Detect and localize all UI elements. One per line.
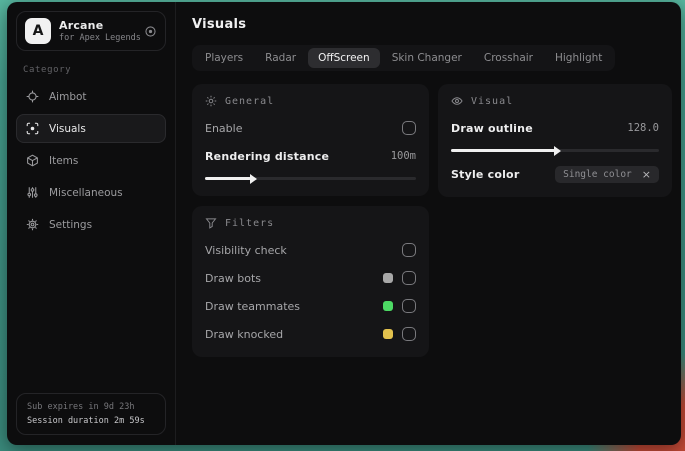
crosshair-icon	[26, 90, 39, 103]
style-color-label: Style color	[451, 167, 520, 181]
rendering-distance-value: 100m	[390, 150, 416, 162]
filters-panel-header: Filters	[205, 217, 416, 229]
target-badge-icon[interactable]	[144, 25, 157, 38]
rendering-distance-row: Rendering distance 100m	[205, 146, 416, 166]
sidebar-item-visuals[interactable]: Visuals	[16, 114, 166, 143]
draw-teammates-checkbox[interactable]	[402, 299, 416, 313]
draw-outline-value: 128.0	[627, 122, 659, 134]
sun-icon	[205, 95, 217, 107]
session-duration-text: Session duration 2m 59s	[27, 416, 145, 426]
style-color-selected-value: Single color	[563, 168, 632, 180]
app-logo: A	[25, 18, 51, 44]
visual-panel-title: Visual	[471, 95, 514, 107]
draw-teammates-color-swatch[interactable]	[383, 301, 393, 311]
draw-bots-label: Draw bots	[205, 271, 261, 285]
sidebar-item-miscellaneous[interactable]: Miscellaneous	[16, 178, 166, 207]
scan-eye-icon	[26, 122, 39, 135]
tab-players[interactable]: Players	[195, 48, 253, 68]
style-color-select[interactable]: Single color ×	[555, 165, 659, 183]
sidebar-item-items[interactable]: Items	[16, 146, 166, 175]
draw-teammates-label: Draw teammates	[205, 299, 301, 313]
slider-fill	[205, 173, 258, 184]
sidebar-item-settings[interactable]: Settings	[16, 210, 166, 239]
enable-row: Enable	[205, 118, 416, 138]
sidebar-item-label: Settings	[49, 218, 93, 231]
sliders-icon	[26, 186, 39, 199]
draw-bots-checkbox[interactable]	[402, 271, 416, 285]
brand-text: Arcane for Apex Legends	[59, 18, 141, 43]
visibility-check-row: Visibility check	[205, 240, 416, 260]
panels-area: General Enable Rendering distance 100m F…	[192, 84, 672, 357]
enable-checkbox[interactable]	[402, 121, 416, 135]
draw-bots-row: Draw bots	[205, 268, 416, 288]
tab-highlight[interactable]: Highlight	[545, 48, 612, 68]
tab-offscreen[interactable]: OffScreen	[308, 48, 380, 68]
box-icon	[26, 154, 39, 167]
main-content: Visuals Players Radar OffScreen Skin Cha…	[176, 2, 681, 445]
visuals-tabbar: Players Radar OffScreen Skin Changer Cro…	[192, 45, 616, 71]
draw-teammates-row: Draw teammates	[205, 296, 416, 316]
eye-icon	[451, 95, 463, 107]
filters-panel-title: Filters	[225, 217, 275, 229]
general-panel-header: General	[205, 95, 416, 107]
sub-expires-text: Sub expires in 9d 23h	[27, 402, 135, 412]
sidebar-item-label: Miscellaneous	[49, 186, 123, 199]
sidebar-item-label: Aimbot	[49, 90, 87, 103]
draw-bots-color-swatch[interactable]	[383, 273, 393, 283]
desktop-background: A Arcane for Apex Legends Category Aimbo…	[0, 0, 685, 451]
sidebar-item-aimbot[interactable]: Aimbot	[16, 82, 166, 111]
draw-outline-row: Draw outline 128.0	[451, 118, 659, 138]
funnel-icon	[205, 217, 217, 229]
filters-panel: Filters Visibility check Draw bots Draw …	[192, 206, 429, 357]
tab-radar[interactable]: Radar	[255, 48, 306, 68]
category-label: Category	[23, 65, 72, 75]
visual-panel-header: Visual	[451, 95, 659, 107]
draw-outline-slider[interactable]	[451, 145, 659, 156]
sidebar-item-label: Items	[49, 154, 79, 167]
visibility-check-checkbox[interactable]	[402, 243, 416, 257]
draw-knocked-label: Draw knocked	[205, 327, 284, 341]
app-window: A Arcane for Apex Legends Category Aimbo…	[7, 2, 681, 445]
tab-skin-changer[interactable]: Skin Changer	[382, 48, 472, 68]
draw-knocked-checkbox[interactable]	[402, 327, 416, 341]
visibility-check-label: Visibility check	[205, 243, 287, 257]
visual-panel: Visual Draw outline 128.0 Style color Si…	[438, 84, 672, 197]
clear-icon[interactable]: ×	[642, 169, 651, 180]
app-name: Arcane	[59, 18, 104, 32]
sidebar-item-label: Visuals	[49, 122, 86, 135]
gear-icon	[26, 218, 39, 231]
draw-outline-label: Draw outline	[451, 121, 533, 135]
tab-crosshair[interactable]: Crosshair	[474, 48, 543, 68]
sidebar: A Arcane for Apex Legends Category Aimbo…	[7, 2, 176, 445]
app-subtitle: for Apex Legends	[59, 32, 141, 43]
brand-card: A Arcane for Apex Legends	[16, 11, 166, 51]
slider-fill	[451, 145, 561, 156]
draw-knocked-color-swatch[interactable]	[383, 329, 393, 339]
style-color-row: Style color Single color ×	[451, 164, 659, 184]
general-panel-title: General	[225, 95, 275, 107]
rendering-distance-slider[interactable]	[205, 173, 416, 184]
subscription-card: Sub expires in 9d 23h Session duration 2…	[16, 393, 166, 435]
enable-label: Enable	[205, 121, 243, 135]
rendering-distance-label: Rendering distance	[205, 149, 330, 163]
general-panel: General Enable Rendering distance 100m	[192, 84, 429, 196]
draw-knocked-row: Draw knocked	[205, 324, 416, 344]
page-title: Visuals	[192, 17, 247, 32]
